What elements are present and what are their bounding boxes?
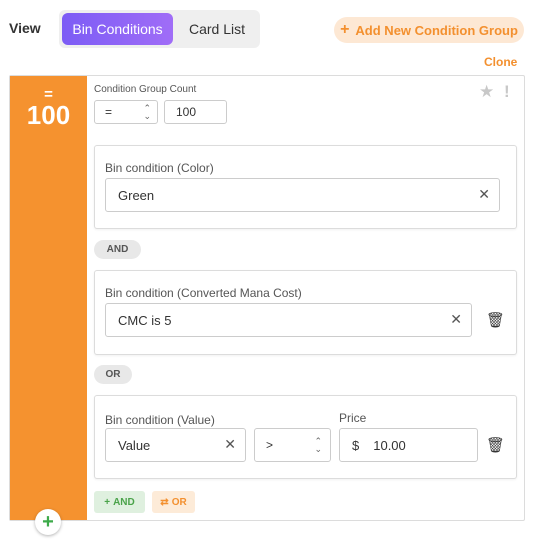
condition-card-cmc: Bin condition (Converted Mana Cost) CMC … bbox=[94, 270, 517, 355]
trash-icon[interactable]: 🗑 bbox=[486, 436, 505, 454]
comparator-value: > bbox=[266, 438, 274, 452]
condition-value-field[interactable]: Value ✕ bbox=[105, 428, 246, 462]
add-or-button[interactable]: ⇄ OR bbox=[152, 491, 195, 513]
plus-icon: + bbox=[42, 510, 54, 533]
condition-label: Bin condition (Converted Mana Cost) bbox=[105, 286, 302, 300]
chevron-updown-icon: ⌃ ⌄ bbox=[143, 103, 151, 121]
view-toggle: Bin Conditions Card List bbox=[59, 10, 260, 48]
condition-group-card: = 100 Condition Group Count = ⌃ ⌄ 100 ★ !… bbox=[9, 75, 525, 535]
currency-symbol: $ bbox=[352, 437, 360, 453]
count-input[interactable]: 100 bbox=[164, 100, 227, 124]
operator-select-value: = bbox=[105, 105, 113, 119]
comparator-select[interactable]: > ⌃ ⌄ bbox=[254, 428, 331, 462]
tab-card-list[interactable]: Card List bbox=[176, 13, 258, 45]
clone-link[interactable]: Clone bbox=[484, 55, 517, 69]
add-condition-circle-button[interactable]: + bbox=[35, 509, 61, 535]
operator-select[interactable]: = ⌃ ⌄ bbox=[94, 100, 158, 124]
condition-label: Bin condition (Color) bbox=[105, 161, 214, 175]
condition-card-value: Bin condition (Value) Price Value ✕ > ⌃ ⌄… bbox=[94, 395, 517, 479]
trash-icon[interactable]: 🗑 bbox=[486, 311, 505, 329]
view-label: View bbox=[9, 20, 41, 36]
condition-value: CMC is 5 bbox=[118, 312, 172, 328]
plus-icon: + bbox=[104, 496, 111, 508]
add-and-label: AND bbox=[113, 496, 135, 508]
star-icon[interactable]: ★ bbox=[479, 82, 494, 102]
alert-icon[interactable]: ! bbox=[504, 82, 510, 102]
condition-value: Green bbox=[118, 187, 155, 203]
price-label: Price bbox=[339, 411, 367, 425]
price-value: 10.00 bbox=[373, 437, 406, 453]
condition-value: Value bbox=[118, 437, 151, 453]
condition-value-field[interactable]: CMC is 5 ✕ bbox=[105, 303, 472, 337]
plus-icon: + bbox=[340, 21, 350, 38]
connector-or: OR bbox=[94, 365, 132, 384]
group-count: 100 bbox=[26, 100, 71, 130]
price-input[interactable]: $ 10.00 bbox=[339, 428, 478, 462]
add-condition-group-label: Add New Condition Group bbox=[355, 22, 518, 38]
group-count-label: Condition Group Count bbox=[94, 84, 197, 95]
swap-icon: ⇄ bbox=[160, 496, 169, 508]
chevron-updown-icon: ⌃ ⌄ bbox=[314, 436, 322, 454]
group-sidebar: = 100 bbox=[10, 76, 87, 520]
add-condition-group-button[interactable]: + Add New Condition Group bbox=[334, 17, 524, 43]
condition-label: Bin condition (Value) bbox=[105, 413, 215, 427]
tab-bin-conditions[interactable]: Bin Conditions bbox=[62, 13, 173, 45]
clear-icon[interactable]: ✕ bbox=[224, 436, 236, 453]
add-or-label: OR bbox=[171, 496, 187, 508]
condition-card-color: Bin condition (Color) Green ✕ bbox=[94, 145, 517, 229]
clear-icon[interactable]: ✕ bbox=[450, 311, 462, 328]
condition-value-field[interactable]: Green ✕ bbox=[105, 178, 500, 212]
add-and-button[interactable]: + AND bbox=[94, 491, 145, 513]
connector-and: AND bbox=[94, 240, 141, 259]
clear-icon[interactable]: ✕ bbox=[478, 186, 490, 203]
